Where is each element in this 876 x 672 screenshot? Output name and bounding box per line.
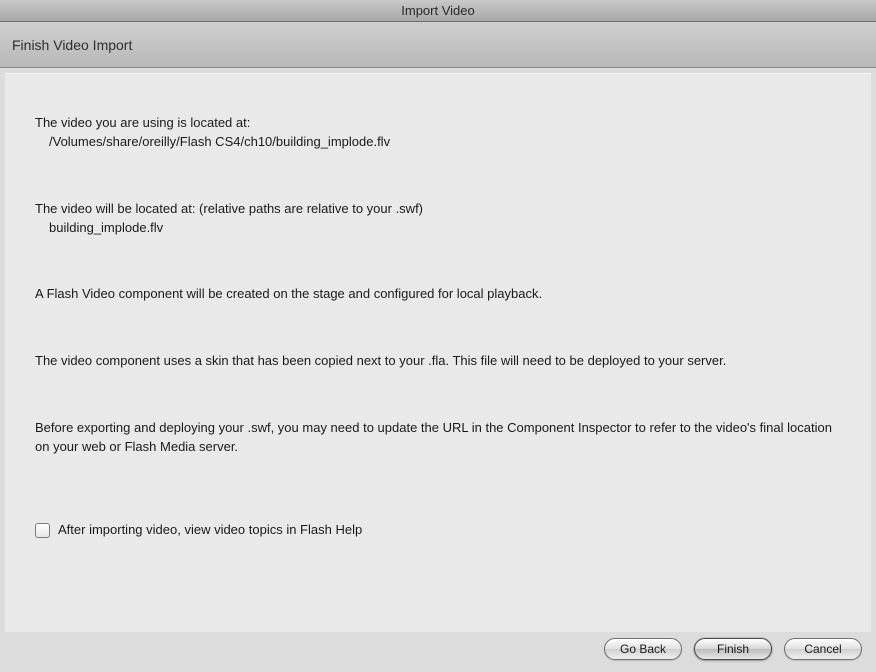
- target-location-section: The video will be located at: (relative …: [35, 200, 841, 238]
- wizard-content: The video you are using is located at: /…: [5, 73, 871, 632]
- wizard-footer: Go Back Finish Cancel: [0, 632, 876, 672]
- cancel-button[interactable]: Cancel: [784, 638, 862, 660]
- component-info-section: A Flash Video component will be created …: [35, 285, 841, 304]
- wizard-step-header: Finish Video Import: [0, 22, 876, 68]
- window-title: Import Video: [401, 3, 474, 18]
- go-back-button[interactable]: Go Back: [604, 638, 682, 660]
- export-info-section: Before exporting and deploying your .swf…: [35, 419, 841, 457]
- help-checkbox-label: After importing video, view video topics…: [58, 521, 362, 540]
- finish-button[interactable]: Finish: [694, 638, 772, 660]
- target-location-label: The video will be located at: (relative …: [35, 200, 841, 219]
- skin-info-section: The video component uses a skin that has…: [35, 352, 841, 371]
- source-location-section: The video you are using is located at: /…: [35, 114, 841, 152]
- help-checkbox[interactable]: [35, 523, 50, 538]
- skin-info-text: The video component uses a skin that has…: [35, 352, 841, 371]
- wizard-step-title: Finish Video Import: [12, 37, 132, 53]
- source-location-label: The video you are using is located at:: [35, 114, 841, 133]
- help-checkbox-row: After importing video, view video topics…: [35, 521, 841, 540]
- window-titlebar: Import Video: [0, 0, 876, 22]
- content-spacer: [35, 540, 841, 614]
- source-location-path: /Volumes/share/oreilly/Flash CS4/ch10/bu…: [35, 133, 841, 152]
- component-info-text: A Flash Video component will be created …: [35, 285, 841, 304]
- target-location-path: building_implode.flv: [35, 219, 841, 238]
- export-info-text: Before exporting and deploying your .swf…: [35, 419, 841, 457]
- import-video-window: Import Video Finish Video Import The vid…: [0, 0, 876, 672]
